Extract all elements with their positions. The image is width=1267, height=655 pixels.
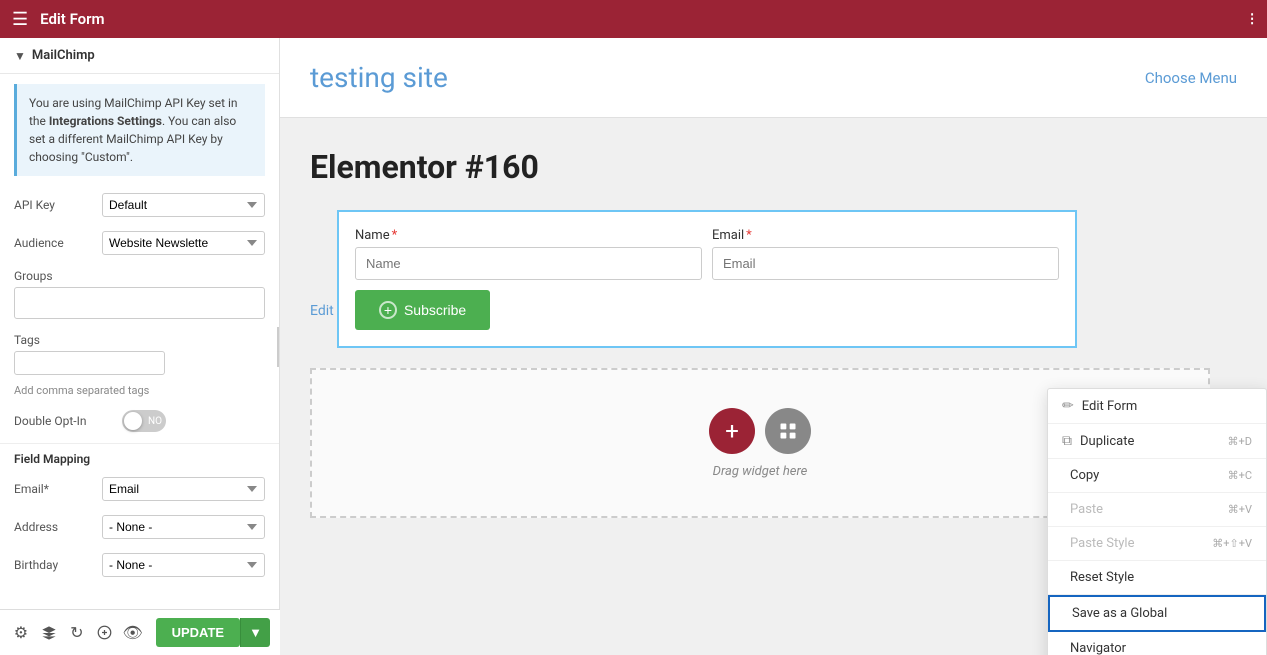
ctx-edit-label: Edit Form bbox=[1082, 399, 1138, 414]
tags-label: Tags bbox=[14, 333, 265, 347]
add-widget-button[interactable]: + bbox=[709, 408, 755, 454]
double-optin-toggle[interactable]: NO bbox=[122, 410, 166, 432]
birthday-label: Birthday bbox=[14, 558, 94, 572]
groups-label: Groups bbox=[14, 269, 265, 283]
email-input[interactable] bbox=[712, 247, 1059, 280]
address-label: Address bbox=[14, 520, 94, 534]
api-key-row: API Key Default bbox=[0, 186, 279, 224]
preview-icon[interactable]: 👁 bbox=[122, 618, 144, 648]
ctx-paste-style[interactable]: Paste Style ⌘+⇧+V bbox=[1048, 527, 1266, 561]
email-label: Email* bbox=[712, 228, 1059, 243]
double-optin-label: Double Opt-In bbox=[14, 414, 114, 428]
ctx-paste-style-label: Paste Style bbox=[1070, 536, 1134, 551]
tags-row: Tags bbox=[0, 326, 279, 382]
ctx-edit-form[interactable]: ✏ Edit Form bbox=[1048, 389, 1266, 424]
ctx-duplicate-icon: ⧉ bbox=[1062, 433, 1072, 449]
ctx-duplicate-label: Duplicate bbox=[1080, 434, 1134, 449]
section-arrow-icon: ▼ bbox=[14, 49, 26, 63]
ctx-edit-icon: ✏ bbox=[1062, 398, 1074, 414]
save-template-icon[interactable] bbox=[94, 618, 116, 648]
drag-area-buttons: + bbox=[709, 408, 811, 454]
canvas-area: testing site Choose Menu Elementor #160 … bbox=[280, 38, 1267, 655]
update-button-group: UPDATE ▼ bbox=[156, 618, 270, 647]
page-content: Elementor #160 Edit Name* Email* bbox=[280, 118, 1267, 655]
audience-select[interactable]: Website Newslette bbox=[102, 231, 265, 255]
toggle-knob bbox=[124, 412, 142, 430]
widget-library-button[interactable] bbox=[765, 408, 811, 454]
double-optin-row: Double Opt-In NO bbox=[0, 403, 279, 439]
context-menu: ✏ Edit Form ⧉ Duplicate ⌘+D bbox=[1047, 388, 1267, 655]
ctx-paste-label: Paste bbox=[1070, 502, 1103, 517]
groups-input[interactable] bbox=[14, 287, 265, 319]
ctx-navigator[interactable]: Navigator bbox=[1048, 632, 1266, 655]
birthday-row: Birthday - None - bbox=[0, 546, 279, 584]
topbar-title: Edit Form bbox=[40, 10, 104, 28]
subscribe-plus-icon: + bbox=[379, 301, 397, 319]
ctx-navigator-label: Navigator bbox=[1070, 641, 1126, 655]
subscribe-button[interactable]: + Subscribe bbox=[355, 290, 490, 330]
info-box: You are using MailChimp API Key set in t… bbox=[14, 84, 265, 176]
name-required: * bbox=[392, 228, 398, 243]
toggle-no-label: NO bbox=[148, 416, 162, 427]
layers-icon[interactable] bbox=[38, 618, 60, 648]
ctx-duplicate[interactable]: ⧉ Duplicate ⌘+D bbox=[1048, 424, 1266, 459]
address-row: Address - None - bbox=[0, 508, 279, 546]
ctx-duplicate-shortcut: ⌘+D bbox=[1228, 435, 1252, 448]
main-layout: ▼ MailChimp You are using MailChimp API … bbox=[0, 38, 1267, 655]
edit-link[interactable]: Edit bbox=[310, 303, 334, 319]
subscribe-label: Subscribe bbox=[404, 302, 466, 318]
site-title: testing site bbox=[310, 61, 448, 94]
email-field: Email* bbox=[712, 228, 1059, 280]
ctx-copy-label: Copy bbox=[1070, 468, 1099, 483]
email-mapping-select[interactable]: Email bbox=[102, 477, 265, 501]
ctx-save-global[interactable]: Save as a Global bbox=[1048, 595, 1266, 632]
settings-icon[interactable]: ⚙ bbox=[10, 618, 32, 648]
ctx-copy-shortcut: ⌘+C bbox=[1228, 469, 1252, 482]
name-field: Name* bbox=[355, 228, 702, 280]
address-select[interactable]: - None - bbox=[102, 515, 265, 539]
menu-icon[interactable]: ☰ bbox=[12, 9, 28, 30]
audience-row: Audience Website Newslette bbox=[0, 224, 279, 262]
ctx-reset-style[interactable]: Reset Style bbox=[1048, 561, 1266, 595]
sidebar: ▼ MailChimp You are using MailChimp API … bbox=[0, 38, 280, 655]
topbar: ☰ Edit Form ⁝ bbox=[0, 0, 1267, 38]
tags-hint: Add comma separated tags bbox=[0, 382, 279, 403]
mailchimp-section-header[interactable]: ▼ MailChimp bbox=[0, 38, 279, 74]
section-title: MailChimp bbox=[32, 48, 95, 63]
name-label: Name* bbox=[355, 228, 702, 243]
ctx-paste-style-shortcut: ⌘+⇧+V bbox=[1212, 537, 1252, 550]
groups-section: Groups bbox=[0, 262, 279, 326]
audience-label: Audience bbox=[14, 236, 94, 250]
email-mapping-row: Email* Email bbox=[0, 470, 279, 508]
undo-icon[interactable]: ↻ bbox=[66, 618, 88, 648]
update-button[interactable]: UPDATE bbox=[156, 618, 240, 647]
ctx-save-global-label: Save as a Global bbox=[1072, 606, 1167, 621]
choose-menu-link[interactable]: Choose Menu bbox=[1145, 69, 1237, 87]
update-arrow-button[interactable]: ▼ bbox=[240, 618, 270, 647]
name-input[interactable] bbox=[355, 247, 702, 280]
info-link: Integrations Settings bbox=[49, 114, 162, 128]
grid-icon[interactable]: ⁝ bbox=[1249, 9, 1255, 30]
birthday-select[interactable]: - None - bbox=[102, 553, 265, 577]
form-widget[interactable]: Name* Email* + Subscribe bbox=[337, 210, 1077, 348]
widget-icon bbox=[778, 421, 798, 441]
ctx-paste[interactable]: Paste ⌘+V bbox=[1048, 493, 1266, 527]
canvas-topbar: testing site Choose Menu bbox=[280, 38, 1267, 118]
ctx-copy[interactable]: Copy ⌘+C bbox=[1048, 459, 1266, 493]
ctx-reset-label: Reset Style bbox=[1070, 570, 1134, 585]
field-mapping-header: Field Mapping bbox=[0, 443, 279, 470]
tags-input[interactable] bbox=[14, 351, 165, 375]
drag-text: Drag widget here bbox=[713, 464, 808, 479]
api-key-select[interactable]: Default bbox=[102, 193, 265, 217]
ctx-paste-shortcut: ⌘+V bbox=[1228, 503, 1252, 516]
api-key-label: API Key bbox=[14, 198, 94, 212]
page-title: Elementor #160 bbox=[310, 148, 1237, 186]
email-required: * bbox=[746, 228, 752, 243]
bottom-bar: ⚙ ↻ 👁 UPDATE ▼ bbox=[0, 609, 280, 655]
form-row: Name* Email* bbox=[355, 228, 1059, 280]
email-mapping-label: Email* bbox=[14, 482, 94, 496]
